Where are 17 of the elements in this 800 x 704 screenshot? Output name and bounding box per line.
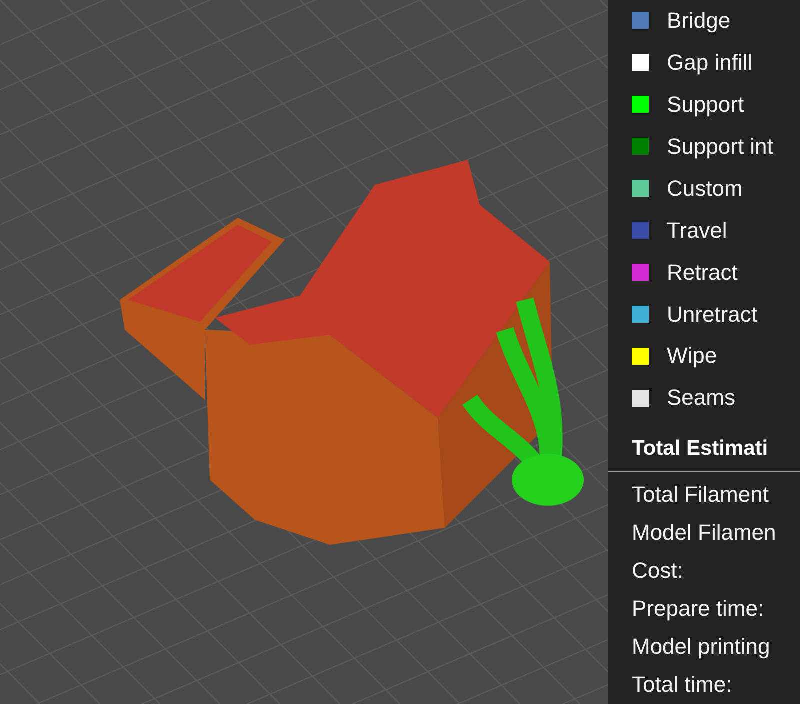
legend-label: Retract xyxy=(667,260,738,286)
legend-label: Support xyxy=(667,92,744,118)
legend-label: Gap infill xyxy=(667,50,753,76)
legend-label: Seams xyxy=(667,385,736,412)
estimation-label: Model Filamen xyxy=(632,519,778,548)
estimation-heading: Total Estimati xyxy=(632,437,770,462)
estimation-label: Total time: xyxy=(632,671,734,700)
legend-label: Unretract xyxy=(667,302,758,328)
estimation-label: Model printing xyxy=(632,633,772,662)
legend-label: Custom xyxy=(667,176,743,202)
legend-label: Support int xyxy=(667,134,774,160)
estimation-label: Total Filament xyxy=(632,481,770,510)
legend-label: Travel xyxy=(667,218,728,244)
estimation-label: Prepare time: xyxy=(632,595,766,624)
legend-label: Wipe xyxy=(667,343,718,370)
estimation-label: Cost: xyxy=(632,557,684,586)
legend-label: Bridge xyxy=(667,8,731,34)
